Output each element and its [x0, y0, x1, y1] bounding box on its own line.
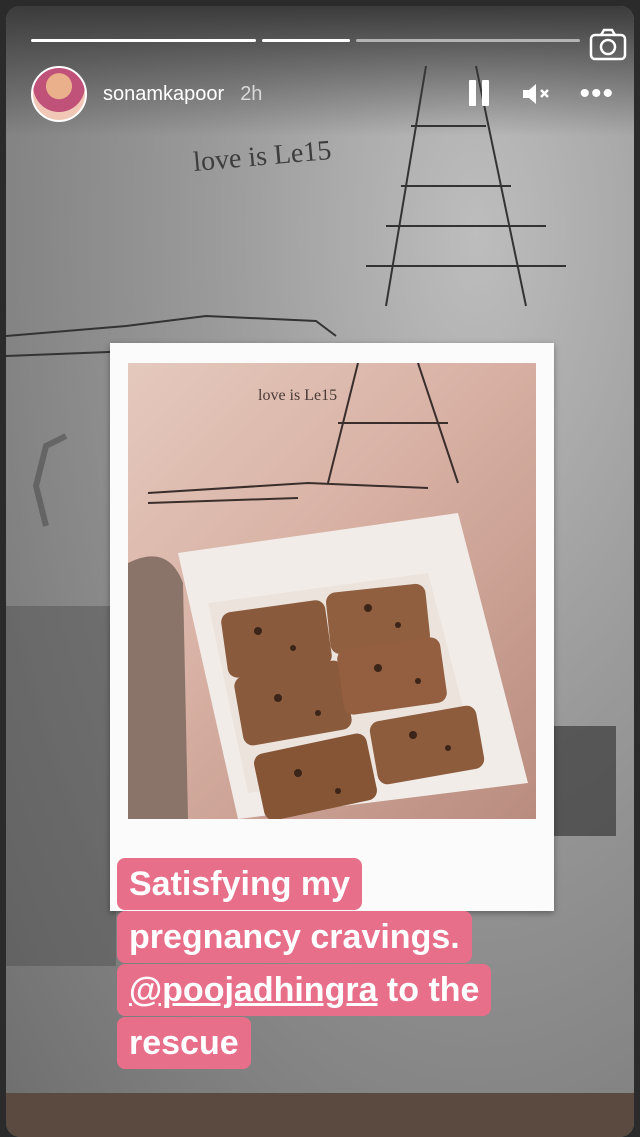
story-controls: •••: [469, 79, 614, 109]
bottom-bar: [6, 1093, 634, 1137]
story-progress: [31, 39, 580, 42]
dessert-box-photo: love is Le15: [128, 363, 528, 819]
caption-line: @poojadhingra to the: [117, 964, 492, 1016]
username[interactable]: sonamkapoor: [103, 83, 224, 106]
caption-text: to the: [377, 971, 480, 1009]
photo-sticker: love is Le15: [110, 343, 554, 911]
pause-icon[interactable]: [469, 80, 493, 108]
timestamp: 2h: [240, 82, 263, 105]
caption-line: pregnancy cravings.: [117, 911, 472, 963]
camera-icon[interactable]: [588, 26, 628, 62]
sketch-text: love is Le15: [192, 135, 333, 178]
photo-text: love is Le15: [258, 387, 337, 404]
more-options-icon[interactable]: •••: [579, 79, 614, 109]
caption-line: Satisfying my: [117, 858, 363, 910]
story-header: sonamkapoor 2h •••: [31, 66, 614, 122]
speaker-muted-icon[interactable]: [521, 80, 551, 108]
progress-segment: [31, 39, 256, 42]
progress-segment: [261, 39, 350, 42]
mention-link[interactable]: @poojadhingra: [129, 971, 377, 1009]
sticker-photo: love is Le15: [128, 363, 536, 819]
caption-sticker: Satisfying my pregnancy cravings. @pooja…: [117, 858, 557, 1070]
caption-line: rescue: [117, 1017, 251, 1069]
progress-segment: [355, 39, 580, 42]
story-viewer[interactable]: love is Le15 sonamkapoor 2h ••• love is …: [6, 6, 634, 1137]
avatar[interactable]: [31, 66, 87, 122]
